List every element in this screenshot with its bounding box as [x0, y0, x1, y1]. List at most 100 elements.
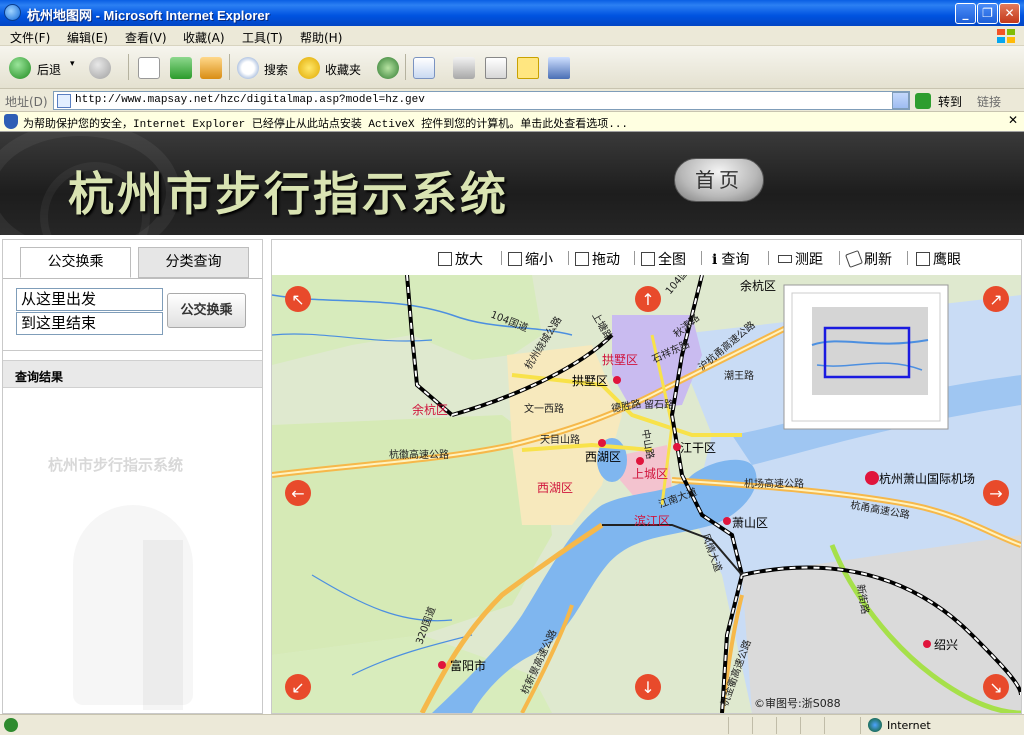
pan-label: 拖动: [592, 252, 620, 268]
bus-transfer-button[interactable]: 公交换乘: [167, 293, 246, 328]
close-button[interactable]: ✕: [999, 3, 1020, 24]
road-label-hanghui: 杭徽高速公路: [389, 448, 449, 461]
address-dropdown-button[interactable]: [892, 92, 909, 109]
map-label-jianggan: 江干区: [680, 441, 716, 455]
home-button[interactable]: 首页: [674, 158, 764, 202]
panel-watermark-text: 杭州市步行指示系统: [48, 456, 184, 474]
menu-edit[interactable]: 编辑(E): [67, 29, 108, 46]
svg-text:→: →: [989, 484, 1002, 503]
road-label-chaowang: 潮王路: [724, 369, 754, 382]
road-label-liushi: 留石路: [644, 398, 674, 411]
address-url[interactable]: http://www.mapsay.net/hzc/digitalmap.asp…: [75, 94, 425, 106]
from-input[interactable]: 从这里出发: [16, 288, 163, 311]
shaoxing-marker-icon: [923, 640, 931, 648]
favorites-button-label[interactable]: 收藏夹: [325, 61, 361, 78]
minimize-button[interactable]: _: [955, 3, 976, 24]
map-canvas[interactable]: ↖ ↑ ↗ ← → ↙ ↓ ↘ 余杭区 拱墅区 拱墅区 余杭区 西湖区 西湖区 …: [272, 275, 1021, 713]
go-arrow-icon[interactable]: [915, 93, 931, 109]
map-label-xiaoshan: 萧山区: [732, 516, 768, 530]
overview-map[interactable]: [783, 284, 949, 430]
zoom-out-icon: [508, 252, 522, 266]
query-tool[interactable]: i 查询: [712, 249, 749, 269]
jianggan-marker-icon: [673, 443, 681, 451]
pan-southwest-arrow[interactable]: ↙: [285, 674, 311, 700]
query-tabs: 公交换乘 分类查询: [3, 240, 262, 280]
map-label-airport: 杭州萧山国际机场: [879, 471, 975, 486]
favorites-star-icon[interactable]: [298, 57, 320, 79]
page-icon: [57, 94, 71, 108]
browser-toolbar: 后退 ▾ 搜索 收藏夹: [0, 46, 1024, 89]
map-panel: 放大 缩小 拖动 全图 i 查询 测距 刷新 鹰眼 ↖ ↑ ↗ ← → ↙ ↓ …: [271, 239, 1022, 714]
go-button-label[interactable]: 转到: [938, 93, 962, 110]
back-icon[interactable]: [9, 57, 31, 79]
back-dropdown-icon[interactable]: ▾: [70, 59, 75, 69]
svg-text:↙: ↙: [291, 678, 304, 697]
refresh-map-icon: [845, 250, 863, 268]
back-button-label[interactable]: 后退: [37, 61, 61, 78]
history-icon[interactable]: [377, 57, 399, 79]
left-panel: 公交换乘 分类查询 从这里出发 到这里结束 公交换乘 查询结果 杭州市步行指示系…: [2, 239, 263, 714]
full-extent-tool[interactable]: 全图: [641, 249, 686, 269]
pan-west-arrow[interactable]: ←: [285, 480, 311, 506]
eagle-eye-tool[interactable]: 鹰眼: [916, 249, 961, 269]
svg-text:↘: ↘: [989, 678, 1002, 697]
svg-text:↓: ↓: [641, 678, 654, 697]
map-label-fuyang: 富阳市: [450, 658, 486, 673]
road-label-tianmushan: 天目山路: [540, 433, 580, 446]
menu-tools[interactable]: 工具(T): [242, 29, 283, 46]
info-bar-text[interactable]: 为帮助保护您的安全，Internet Explorer 已经停止从此站点安装 A…: [23, 115, 628, 131]
measure-tool[interactable]: 测距: [778, 249, 823, 269]
windows-logo-icon: [997, 29, 1015, 43]
pan-northeast-arrow[interactable]: ↗: [983, 286, 1009, 312]
map-label-binjiang: 滨江区: [634, 513, 670, 528]
menu-favorites[interactable]: 收藏(A): [183, 29, 225, 46]
pan-tool[interactable]: 拖动: [575, 249, 620, 269]
pan-southeast-arrow[interactable]: ↘: [983, 674, 1009, 700]
links-label[interactable]: 链接: [977, 93, 1001, 110]
search-button-label[interactable]: 搜索: [264, 61, 288, 78]
print-icon[interactable]: [453, 57, 475, 79]
address-label: 地址(D): [5, 95, 48, 109]
results-header: 查询结果: [3, 360, 262, 388]
refresh-tool[interactable]: 刷新: [845, 249, 892, 269]
security-info-bar[interactable]: 为帮助保护您的安全，Internet Explorer 已经停止从此站点安装 A…: [0, 112, 1024, 132]
tab-bus-transfer[interactable]: 公交换乘: [20, 247, 131, 278]
mail-icon[interactable]: [413, 57, 435, 79]
status-bar: Internet: [0, 714, 1024, 735]
discuss-icon[interactable]: [517, 57, 539, 79]
research-icon[interactable]: [548, 57, 570, 79]
menu-file[interactable]: 文件(F): [10, 29, 50, 46]
info-bar-close-icon[interactable]: ✕: [1008, 113, 1018, 127]
home-icon[interactable]: [200, 57, 222, 79]
site-banner: 杭州市步行指示系统 首页: [0, 132, 1024, 235]
to-input[interactable]: 到这里结束: [16, 312, 163, 335]
refresh-icon[interactable]: [170, 57, 192, 79]
address-input[interactable]: http://www.mapsay.net/hzc/digitalmap.asp…: [53, 91, 910, 110]
map-label-shangcheng: 上城区: [632, 467, 668, 481]
tab-category-query[interactable]: 分类查询: [138, 247, 249, 278]
pan-north-arrow[interactable]: ↑: [635, 286, 661, 312]
zoom-out-tool[interactable]: 缩小: [508, 249, 553, 269]
xihu-marker-icon: [598, 439, 606, 447]
map-label-gongshu: 拱墅区: [572, 374, 608, 388]
menu-view[interactable]: 查看(V): [125, 29, 167, 46]
pan-south-arrow[interactable]: ↓: [635, 674, 661, 700]
query-label: 查询: [721, 252, 750, 268]
zoom-in-tool[interactable]: 放大: [438, 249, 483, 269]
forward-icon[interactable]: [89, 57, 111, 79]
pan-east-arrow[interactable]: →: [983, 480, 1009, 506]
zoom-in-icon: [438, 252, 452, 266]
zoom-out-label: 缩小: [525, 252, 553, 268]
edit-icon[interactable]: [485, 57, 507, 79]
maximize-button[interactable]: ❐: [977, 3, 998, 24]
eagle-eye-label: 鹰眼: [933, 252, 961, 268]
refresh-label: 刷新: [864, 252, 892, 268]
menu-bar: 文件(F) 编辑(E) 查看(V) 收藏(A) 工具(T) 帮助(H): [0, 26, 1024, 46]
map-label-yuhang: 余杭区: [412, 402, 448, 417]
menu-help[interactable]: 帮助(H): [300, 29, 342, 46]
fuyang-marker-icon: [438, 661, 446, 669]
map-label-yuhang-north: 余杭区: [740, 278, 776, 293]
search-icon[interactable]: [237, 57, 259, 79]
stop-icon[interactable]: [138, 57, 160, 79]
pan-northwest-arrow[interactable]: ↖: [285, 286, 311, 312]
